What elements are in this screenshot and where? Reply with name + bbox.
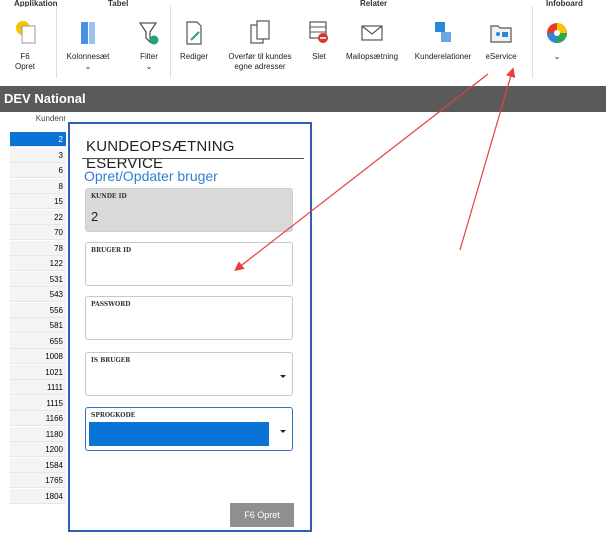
annotation-arrow xyxy=(234,73,489,271)
annotation-arrows xyxy=(234,67,516,271)
annotation-arrow xyxy=(459,67,516,251)
